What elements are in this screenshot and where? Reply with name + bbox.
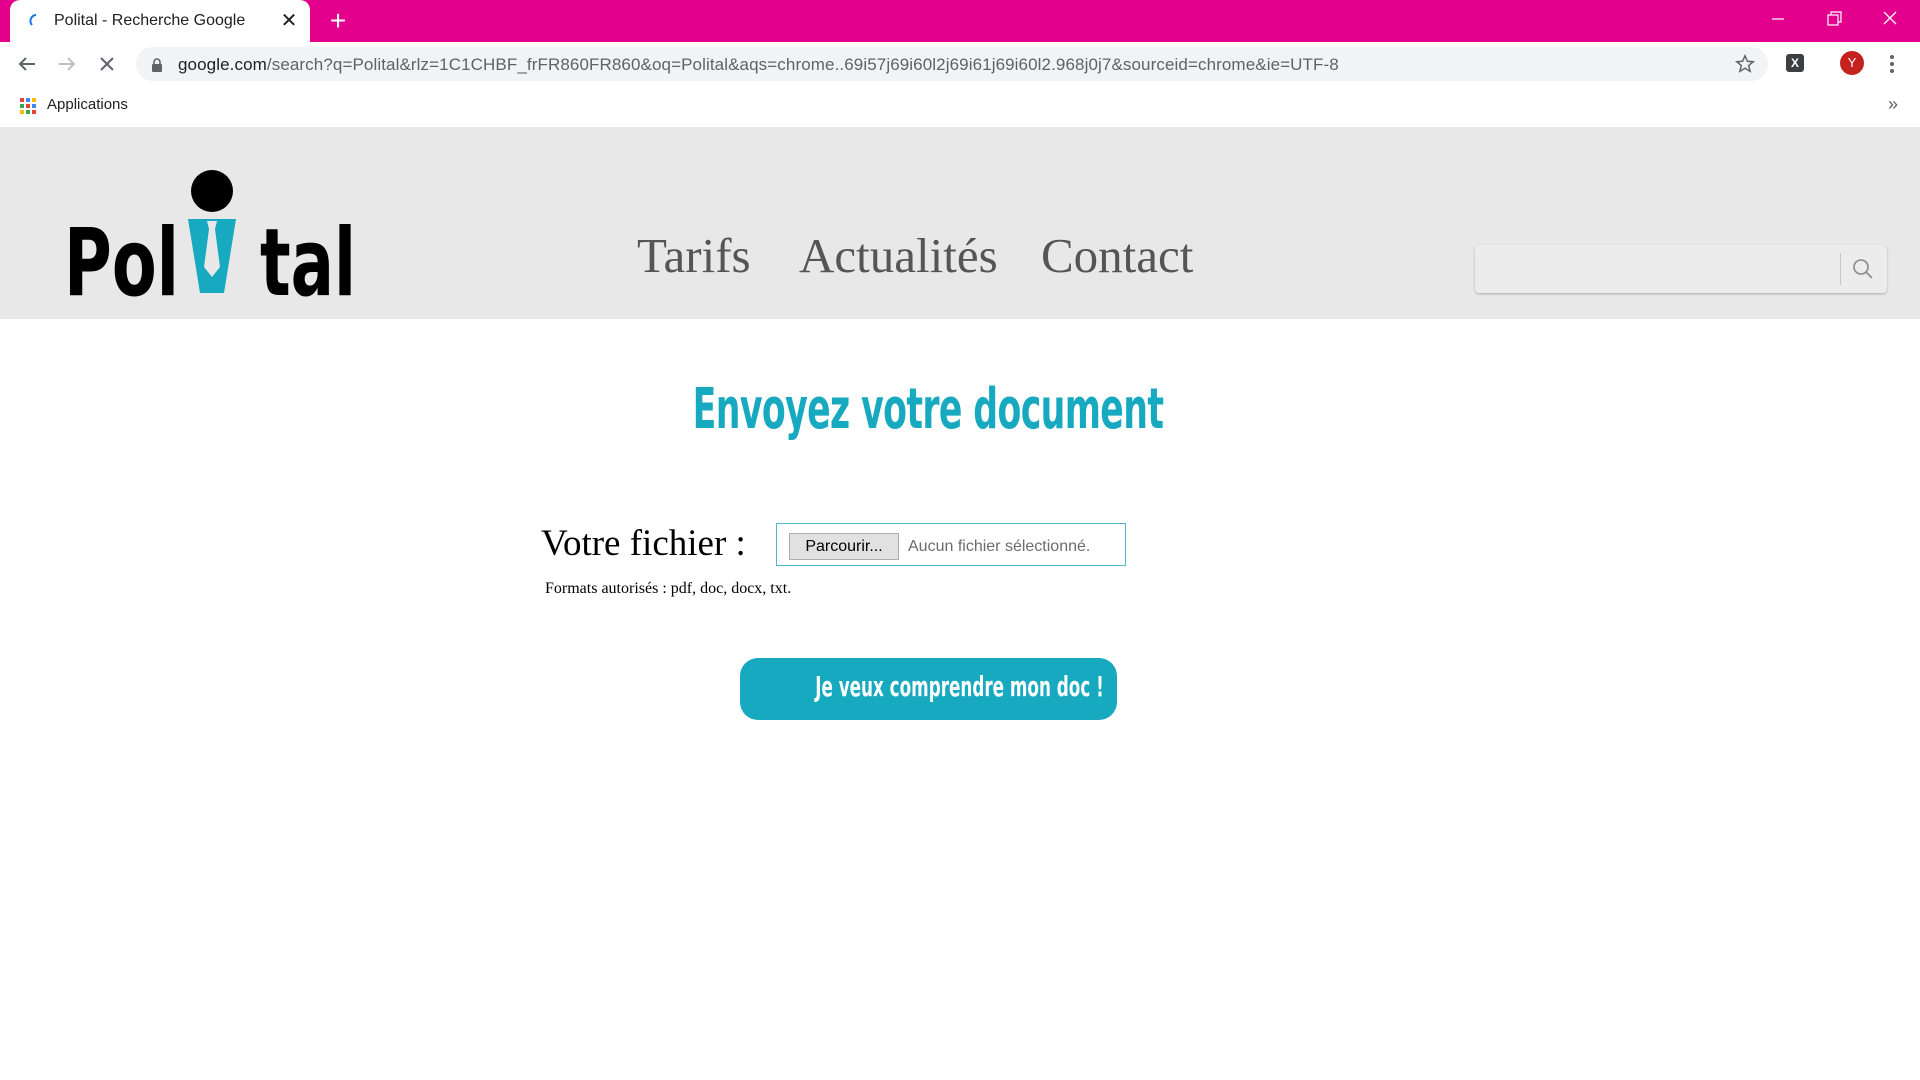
bookmarks-more-button[interactable]: » xyxy=(1888,94,1898,115)
new-tab-button[interactable]: + xyxy=(324,7,352,35)
logo-person-head xyxy=(191,170,233,212)
search-icon[interactable] xyxy=(1849,255,1877,283)
url-path: /search?q=Polital&rlz=1C1CHBF_frFR860FR8… xyxy=(266,55,1339,74)
nav-link-tarifs[interactable]: Tarifs xyxy=(637,227,751,284)
logo-text-right: tal xyxy=(260,209,356,299)
page-title: Envoyez votre document xyxy=(692,377,1164,442)
site-search xyxy=(1475,245,1887,293)
browser-titlebar: Polital - Recherche Google ✕ + xyxy=(0,0,1920,42)
search-divider xyxy=(1840,253,1841,285)
file-field-label: Votre fichier : xyxy=(541,523,746,564)
url-text[interactable]: google.com/search?q=Polital&rlz=1C1CHBF_… xyxy=(178,55,1339,75)
site-header: Pol tal Tarifs Actualités Contact xyxy=(0,127,1920,319)
no-file-status: Aucun fichier sélectionné. xyxy=(908,538,1091,555)
window-minimize-button[interactable] xyxy=(1750,0,1806,42)
apps-grid-icon[interactable] xyxy=(20,98,36,114)
bookmarks-bar: Applications » xyxy=(0,86,1920,126)
nav-link-contact[interactable]: Contact xyxy=(1041,227,1193,284)
logo-text-left: Pol xyxy=(64,209,179,299)
back-arrow-icon[interactable] xyxy=(11,48,43,80)
profile-avatar[interactable]: Y xyxy=(1840,51,1864,75)
window-close-button[interactable] xyxy=(1862,0,1918,42)
polital-logo[interactable]: Pol tal xyxy=(64,169,364,299)
allowed-formats-note: Formats autorisés : pdf, doc, docx, txt. xyxy=(545,580,792,597)
address-bar[interactable]: google.com/search?q=Polital&rlz=1C1CHBF_… xyxy=(136,47,1768,81)
browse-button[interactable]: Parcourir... xyxy=(789,533,899,560)
lock-icon xyxy=(150,57,164,73)
browser-toolbar: google.com/search?q=Polital&rlz=1C1CHBF_… xyxy=(0,42,1920,86)
loading-spinner-icon xyxy=(28,13,44,29)
bookmark-applications[interactable]: Applications xyxy=(47,96,128,113)
forward-arrow-icon[interactable] xyxy=(51,48,83,80)
url-domain: google.com xyxy=(178,55,267,74)
bookmark-star-icon[interactable] xyxy=(1734,53,1756,75)
nav-link-actualites[interactable]: Actualités xyxy=(799,227,998,284)
window-restore-button[interactable] xyxy=(1806,0,1862,42)
file-input[interactable]: Parcourir... Aucun fichier sélectionné. xyxy=(776,523,1126,566)
tab-close-icon[interactable]: ✕ xyxy=(278,10,300,32)
extension-icon[interactable]: X xyxy=(1786,54,1804,72)
submit-button[interactable]: Je veux comprendre mon doc ! xyxy=(740,658,1117,720)
browser-menu-icon[interactable] xyxy=(1884,51,1900,77)
stop-loading-icon[interactable] xyxy=(91,48,123,80)
submit-button-label: Je veux comprendre mon doc ! xyxy=(815,670,1104,703)
tab-title: Polital - Recherche Google xyxy=(54,12,246,29)
site-search-input[interactable] xyxy=(1481,251,1805,289)
browser-tab[interactable]: Polital - Recherche Google ✕ xyxy=(10,0,310,42)
